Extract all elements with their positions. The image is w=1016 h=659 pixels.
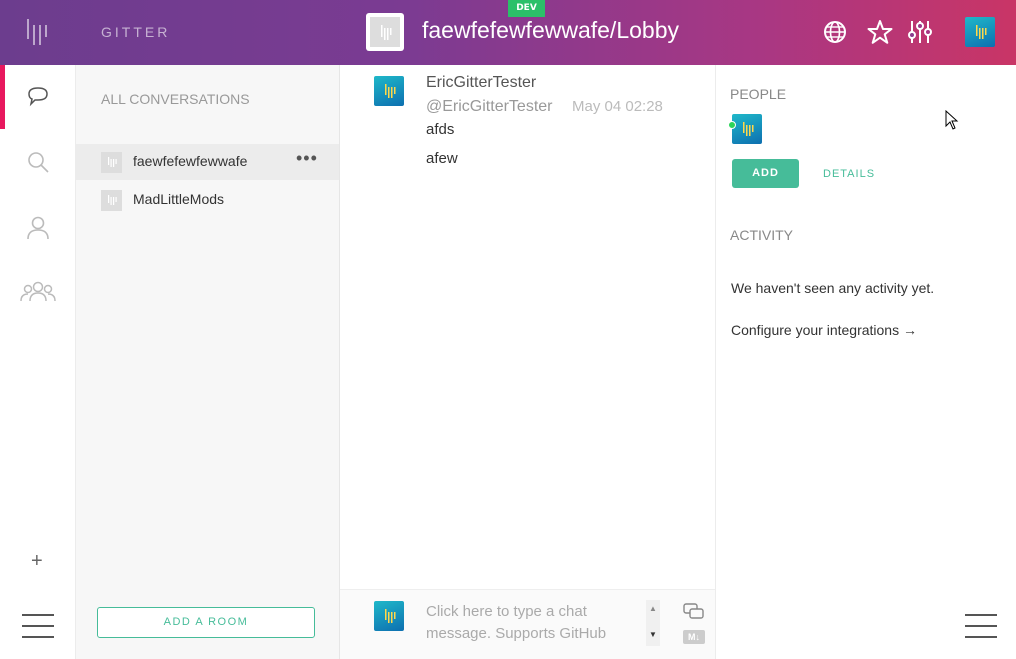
room-logo-icon xyxy=(381,25,392,40)
add-community-button[interactable]: + xyxy=(31,550,43,573)
more-options-icon[interactable]: ••• xyxy=(296,148,318,169)
rail-active-indicator xyxy=(0,65,5,129)
dev-badge: DEV xyxy=(508,0,545,17)
message-text: afew xyxy=(426,150,458,167)
activity-title: ACTIVITY xyxy=(730,227,794,243)
conversation-avatar xyxy=(101,190,122,211)
conversation-label: faewfefewfewwafe xyxy=(133,153,248,169)
star-icon[interactable] xyxy=(866,18,894,46)
conversation-item[interactable]: faewfefewfewwafe ••• xyxy=(76,144,339,180)
top-header: GITTER DEV faewfefewfewwafe/Lobby xyxy=(0,0,1016,65)
people-avatar[interactable] xyxy=(732,114,762,144)
message-author-name[interactable]: EricGitterTester xyxy=(426,74,536,92)
conversation-item[interactable]: MadLittleMods xyxy=(76,182,339,218)
activity-empty-text: We haven't seen any activity yet. xyxy=(731,280,935,296)
details-link[interactable]: DETAILS xyxy=(823,168,875,180)
brand-name: GITTER xyxy=(101,24,171,40)
room-avatar xyxy=(366,13,404,51)
room-logo-icon xyxy=(108,195,117,205)
mouse-cursor-icon xyxy=(945,110,959,130)
avatar-logo-icon xyxy=(743,122,754,136)
chat-panel: EricGitterTester @EricGitterTester May 0… xyxy=(340,65,716,659)
conversation-avatar xyxy=(101,152,122,173)
globe-icon[interactable] xyxy=(821,18,849,46)
conversation-label: MadLittleMods xyxy=(133,191,225,207)
people-title: PEOPLE xyxy=(730,86,787,102)
room-logo-icon xyxy=(108,157,117,167)
configure-integrations-link[interactable]: Configure your integrations → xyxy=(731,322,917,338)
input-user-avatar xyxy=(374,601,404,631)
chat-mode-icon[interactable] xyxy=(683,603,705,621)
conversations-icon[interactable] xyxy=(20,78,56,114)
left-rail: + xyxy=(0,65,76,659)
conversations-panel: ALL CONVERSATIONS faewfefewfewwafe ••• M… xyxy=(76,65,340,659)
user-avatar-logo-icon xyxy=(976,25,987,39)
message-author-handle[interactable]: @EricGitterTester xyxy=(426,98,552,116)
message-avatar[interactable] xyxy=(374,76,404,106)
right-panel: PEOPLE ADD DETAILS ACTIVITY We haven't s… xyxy=(716,65,1016,659)
settings-sliders-icon[interactable] xyxy=(906,18,934,46)
user-avatar[interactable] xyxy=(965,17,995,47)
rail-menu-icon[interactable] xyxy=(22,614,54,638)
room-title[interactable]: faewfefewfewwafe/Lobby xyxy=(422,17,679,44)
add-room-button[interactable]: ADD A ROOM xyxy=(97,607,315,638)
chat-input-area: Click here to type a chat message. Suppo… xyxy=(340,589,715,659)
conversations-title: ALL CONVERSATIONS xyxy=(101,91,250,107)
chat-input[interactable]: Click here to type a chat message. Suppo… xyxy=(426,601,641,645)
community-icon[interactable] xyxy=(20,274,56,310)
scroll-up-arrow-icon[interactable]: ▲ xyxy=(649,604,657,613)
message-timestamp[interactable]: May 04 02:28 xyxy=(572,98,663,115)
markdown-icon[interactable]: M↓ xyxy=(683,630,705,644)
scroll-down-arrow-icon[interactable]: ▼ xyxy=(649,630,657,639)
avatar-logo-icon xyxy=(385,84,396,98)
online-status-indicator xyxy=(728,121,736,129)
search-icon[interactable] xyxy=(20,144,56,180)
add-people-button[interactable]: ADD xyxy=(732,159,799,188)
right-menu-icon[interactable] xyxy=(965,614,997,638)
gitter-logo-icon[interactable] xyxy=(27,19,49,45)
person-icon[interactable] xyxy=(20,210,56,246)
message-text: afds xyxy=(426,121,455,138)
avatar-logo-icon xyxy=(385,609,396,623)
